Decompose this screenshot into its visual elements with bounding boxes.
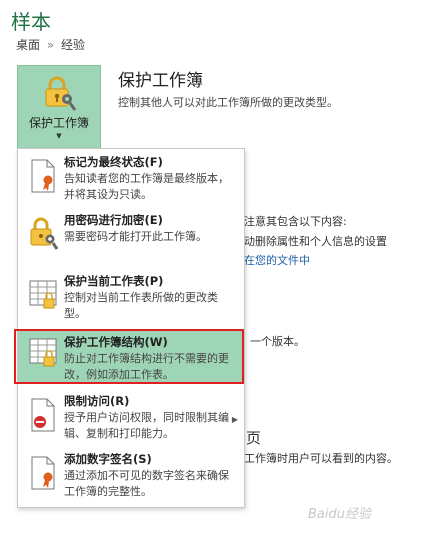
protect-workbook-label: 保护工作簿 (28, 116, 89, 130)
menu-item-description: 授予用户访问权限，同时限制其编辑、复制和打印能力。 (64, 411, 229, 440)
chevron-right-icon: ▶ (231, 415, 238, 424)
menu-item-label: 保护当前工作表(P) (64, 274, 164, 288)
menu-item-protect-structure[interactable]: 保护工作簿结构(W) 防止对工作簿结构进行不需要的更改，例如添加工作表。 (18, 330, 244, 383)
protect-dropdown-menu: 标记为最终状态(F) 告知读者您的工作簿是最终版本，并将其设为只读。 用密码进行… (17, 148, 245, 508)
breadcrumb-item-experience[interactable]: 经验 (61, 38, 85, 52)
document-ribbon-icon (28, 158, 58, 194)
chevron-down-icon: ▼ (56, 132, 62, 140)
menu-item-label: 保护工作簿结构(W) (64, 335, 168, 349)
restricted-document-icon (28, 397, 58, 433)
menu-item-description: 告知读者您的工作簿是最终版本，并将其设为只读。 (64, 172, 229, 201)
page-title: 样本 (11, 10, 51, 34)
menu-item-label: 限制访问(R) (64, 394, 130, 408)
menu-item-mark-final[interactable]: 标记为最终状态(F) 告知读者您的工作簿是最终版本，并将其设为只读。 (18, 154, 244, 204)
menu-item-digital-signature[interactable]: 添加数字签名(S) 通过添加不可见的数字签名来确保工作簿的完整性。 (18, 451, 244, 503)
menu-item-description: 通过添加不可见的数字签名来确保工作簿的完整性。 (64, 469, 229, 498)
menu-item-label: 用密码进行加密(E) (64, 213, 163, 227)
menu-item-description: 防止对工作簿结构进行不需要的更改，例如添加工作表。 (64, 352, 229, 381)
lock-key-icon (28, 215, 59, 251)
protect-workbook-button[interactable]: 保护工作簿 ▼ (17, 65, 101, 151)
menu-item-description: 需要密码才能打开此工作簿。 (64, 230, 207, 243)
section-description: 控制其他人可以对此工作簿所做的更改类型。 (118, 96, 338, 109)
breadcrumb: 桌面 » 经验 (16, 36, 85, 53)
menu-item-label: 添加数字签名(S) (64, 452, 152, 466)
bg-text-line1: 注意其包含以下内容: (244, 215, 347, 228)
watermark: Baidu经验 (308, 507, 371, 522)
menu-item-label: 标记为最终状态(F) (64, 155, 163, 169)
bg-text-line5: 页 (246, 429, 262, 447)
menu-item-restrict-access[interactable]: 限制访问(R) 授予用户访问权限，同时限制其编辑、复制和打印能力。 ▶ (18, 393, 244, 445)
bg-text-line4: 一个版本。 (250, 335, 305, 348)
workbook-lock-icon (28, 335, 58, 371)
breadcrumb-item-desktop[interactable]: 桌面 (16, 38, 40, 52)
section-title: 保护工作簿 (118, 71, 203, 91)
lock-key-icon (42, 74, 77, 112)
menu-item-protect-sheet[interactable]: 保护当前工作表(P) 控制对当前工作表所做的更改类型。 (18, 273, 244, 323)
signature-ribbon-icon (28, 455, 58, 491)
bg-text-line2: 动删除属性和个人信息的设置 (244, 235, 387, 248)
sheet-lock-icon (28, 277, 58, 313)
breadcrumb-separator: » (46, 38, 55, 52)
bg-link-line3[interactable]: 在您的文件中 (244, 252, 310, 268)
bg-text-line6: 工作簿时用户可以看到的内容。 (244, 452, 398, 465)
menu-item-description: 控制对当前工作表所做的更改类型。 (64, 291, 218, 320)
menu-item-encrypt-password[interactable]: 用密码进行加密(E) 需要密码才能打开此工作簿。 (18, 212, 244, 258)
